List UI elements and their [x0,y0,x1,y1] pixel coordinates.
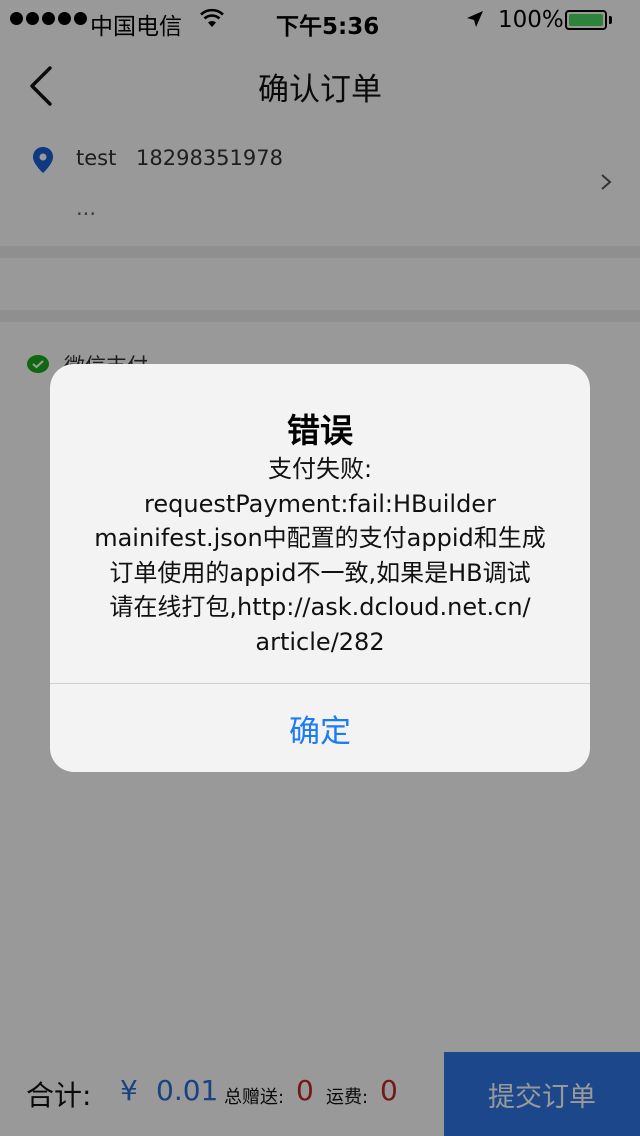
dialog-message-line: 支付失败: [267,455,373,483]
dialog-confirm-button[interactable]: 确定 [50,684,590,772]
dialog-message-line: mainifest.json中配置的支付appid和生成 [94,524,546,552]
dialog-message-line: requestPayment:fail:HBuilder [144,489,496,518]
dialog-message: 支付失败: requestPayment:fail:HBuilder maini… [70,452,570,659]
dialog-title: 错误 [287,411,353,450]
error-dialog: 错误 支付失败: requestPayment:fail:HBuilder ma… [50,364,590,772]
dialog-message-line: 订单使用的appid不一致,如果是HB调试 [109,558,531,587]
dialog-message-line: article/282 [255,627,385,656]
dialog-message-line: 请在线打包,http://ask.dcloud.net.cn/ [109,593,531,621]
